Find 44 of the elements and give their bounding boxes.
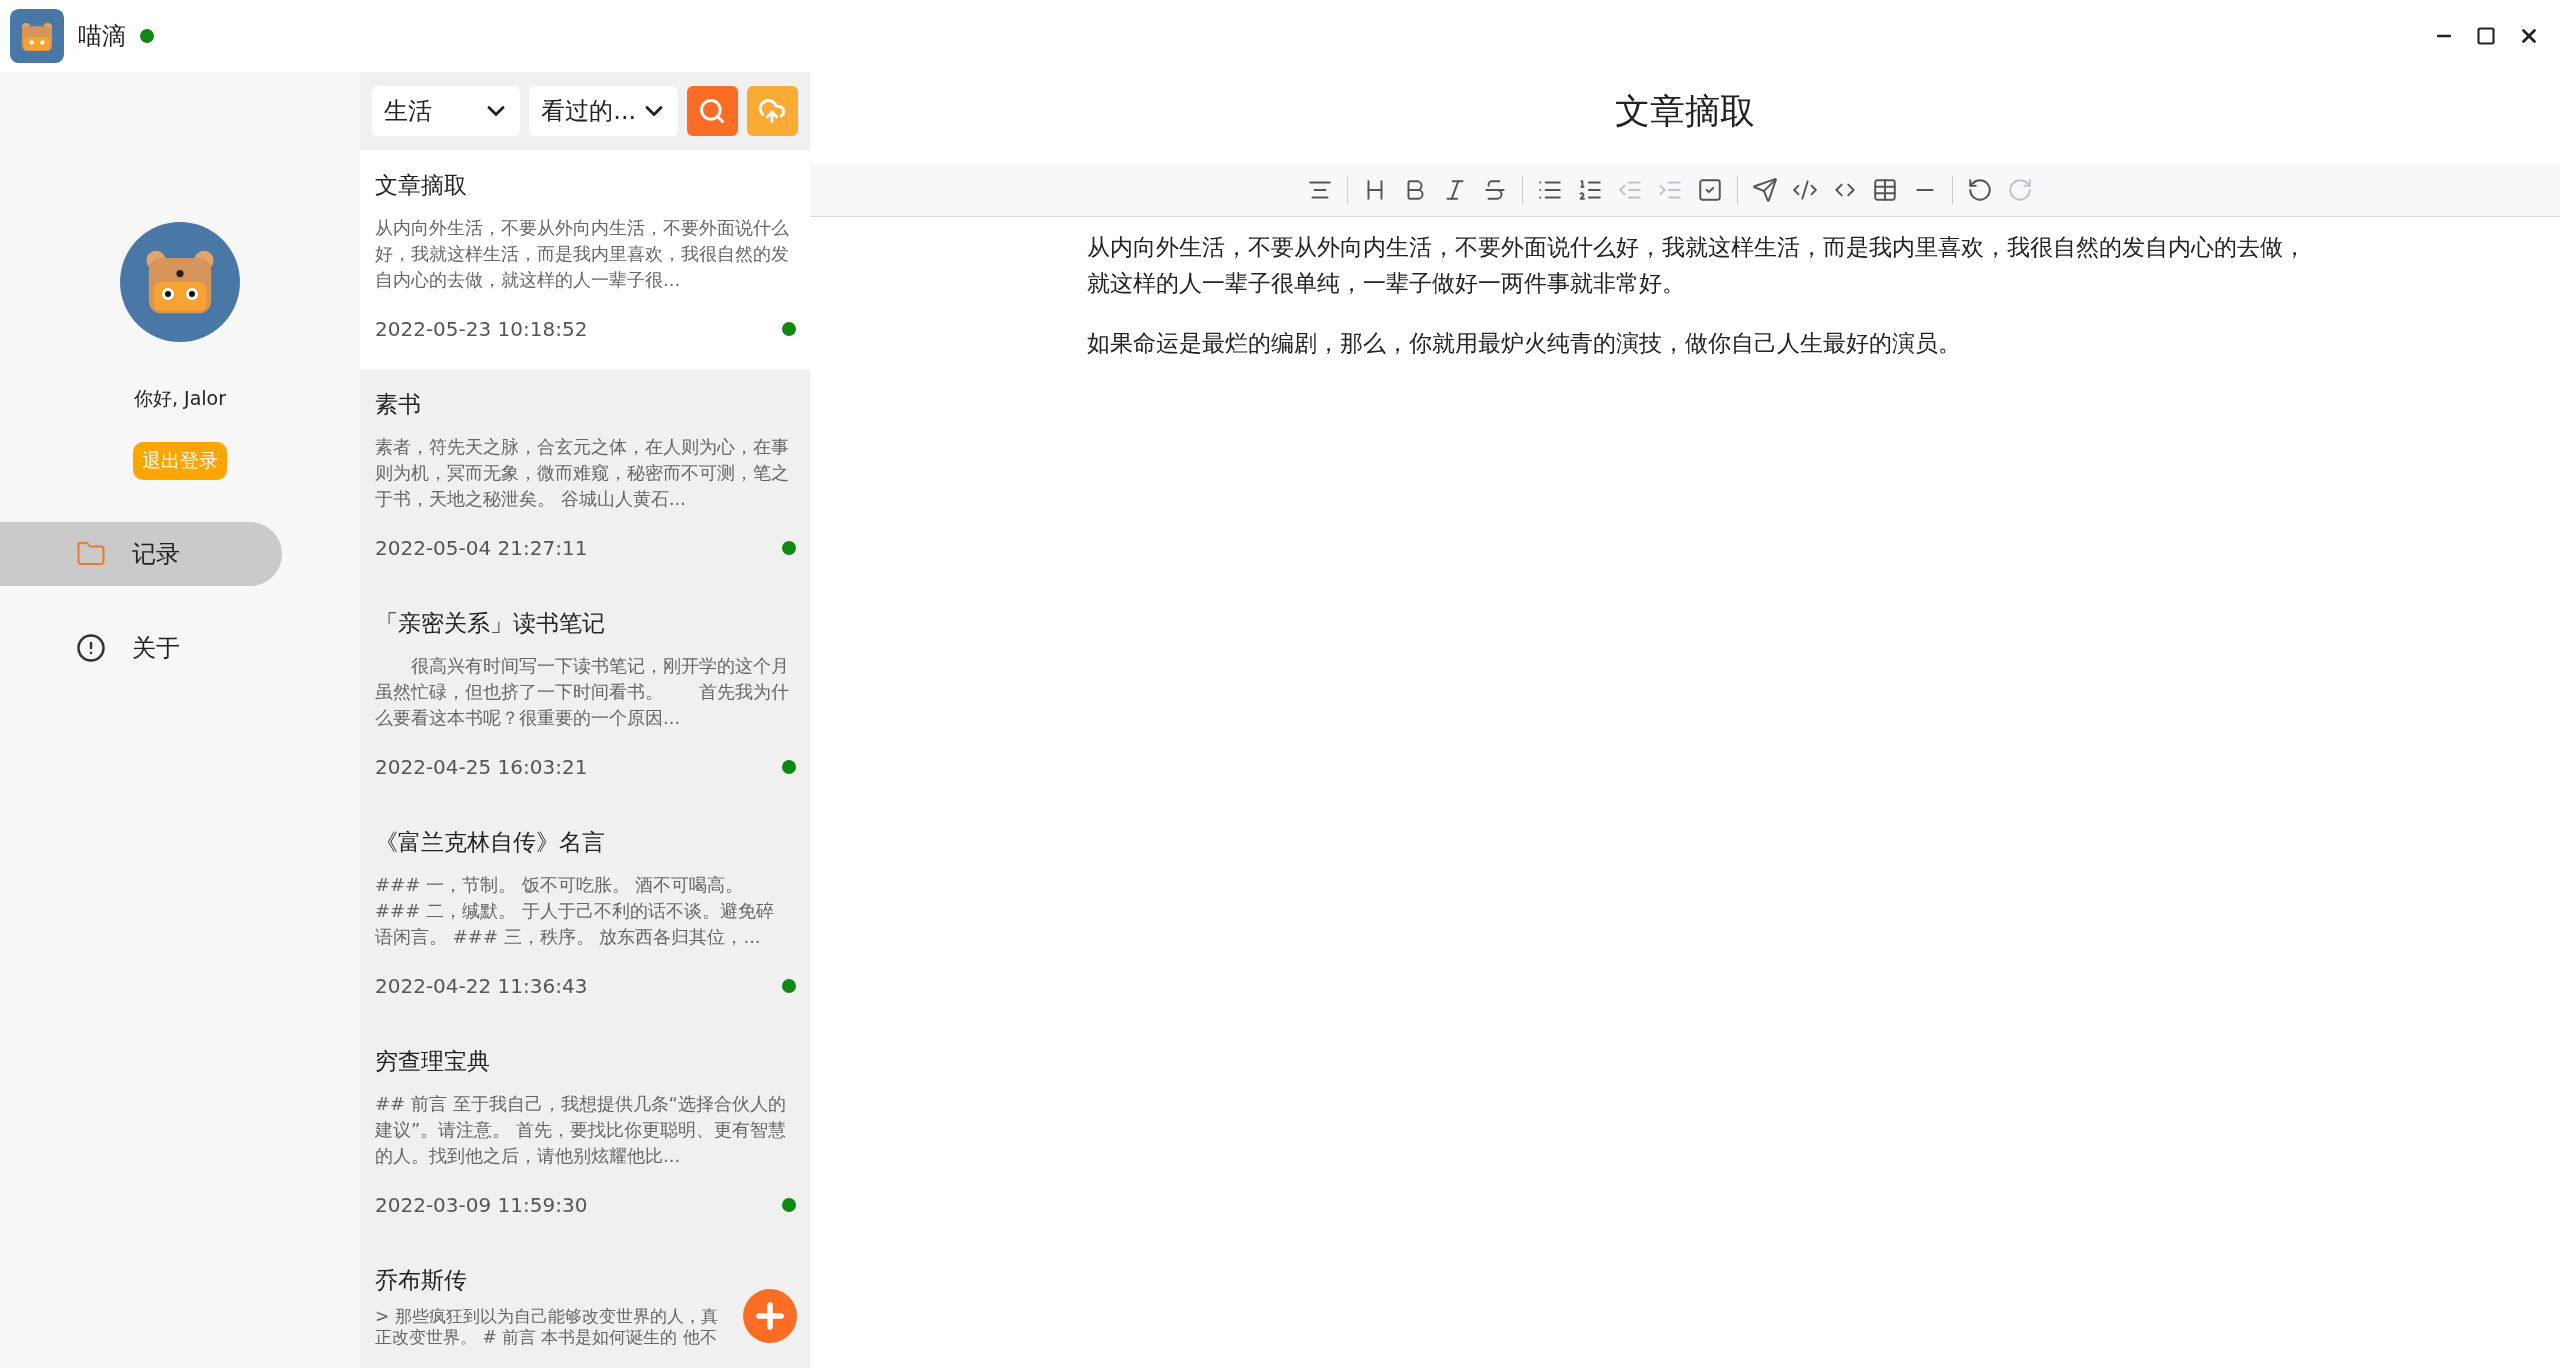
nav-label: 记录 (132, 539, 180, 570)
search-button[interactable] (686, 86, 738, 136)
note-date: 2022-04-25 16:03:21 (375, 755, 588, 779)
app-title: 喵滴 (78, 21, 126, 52)
nav-label: 关于 (132, 633, 180, 664)
note-preview: 很高兴有时间写一下读书笔记，刚开学的这个月虽然忙碌，但也挤了一下时间看书。 首先我为什么要看这本书呢？很重要的一个原因... (375, 654, 789, 730)
checkbox-icon[interactable] (1697, 177, 1723, 203)
dropdown-value: 生活 (384, 96, 432, 127)
note-preview: > 那些疯狂到以为自己能够改变世界的人，真正改变世界。 # 前言 本书是如何诞生的 他不 (375, 1306, 719, 1348)
cloud-upload-icon (758, 97, 787, 125)
greeting: 你好, Jalor (133, 386, 226, 411)
note-preview: 素者，符先天之脉，合玄元之体，在人则为心，在事则为机，冥而无象，微而难窥，秘密而不可测，笔之于书，天地之秘泄矣。 谷城山人黄石... (375, 435, 789, 511)
note-date: 2022-04-22 11:36:43 (375, 974, 588, 998)
alert-icon (76, 633, 106, 663)
note-date: 2022-05-23 10:18:52 (375, 317, 588, 341)
dropdown-value: 看过的... (541, 96, 637, 127)
note-title: 素书 (375, 390, 422, 419)
note-date: 2022-03-09 11:59:30 (375, 1193, 588, 1217)
search-icon (698, 97, 727, 125)
note-title: 「亲密关系」读书笔记 (375, 609, 606, 638)
code-icon[interactable] (1792, 177, 1818, 203)
undo-icon[interactable] (1967, 177, 1993, 203)
note-date: 2022-05-04 21:27:11 (375, 536, 588, 560)
avatar-icon (120, 222, 240, 342)
paragraph: 从内向外生活，不要从外向内生活，不要外面说什么好，我就这样生活，而是我内里喜欢，我很自然的发自内心的去做，就这样的人一辈子很单纯，一辈子做好一两件事就非常好。 (1087, 233, 2307, 298)
scope-dropdown[interactable]: 看过的... (529, 86, 678, 136)
send-icon[interactable] (1752, 177, 1778, 203)
numbered-list-icon[interactable] (1577, 177, 1603, 203)
nav-item[interactable]: 关于 (0, 616, 282, 680)
note-title: 乔布斯传 (375, 1266, 468, 1295)
category-dropdown[interactable]: 生活 (372, 86, 521, 136)
document-title: 文章摘取 (1615, 90, 1755, 133)
note-title: 穷查理宝典 (375, 1047, 491, 1076)
note-preview: ## 前言 至于我自己，我想提供几条“选择合伙人的建议”。请注意。 首先，要找比你更聪明、更有智慧的人。找到他之后，请他别炫耀他比... (375, 1092, 788, 1168)
note-preview: 从内向外生活，不要从外向内生活，不要外面说什么好，我就这样生活，而是我内里喜欢，我很自然的发自内心的去做，就这样的人一辈子很... (375, 216, 789, 292)
note-title: 文章摘取 (375, 171, 468, 200)
table-icon[interactable] (1872, 177, 1898, 203)
note-preview: ### 一，节制。 饭不可吃胀。 酒不可喝高。 ### 二，缄默。 于人于己不利的话不谈。避免碎语闲言。 ### 三，秩序。 放东西各归其位，... (375, 873, 775, 949)
nav-item[interactable]: 记录 (0, 522, 282, 586)
app-logo-icon (10, 9, 64, 63)
paragraph: 如果命运是最烂的编剧，那么，你就用最炉火纯青的演技，做你自己人生最好的演员。 (1087, 329, 1962, 358)
note-title: 《富兰克林自传》名言 (375, 828, 606, 857)
maximize-icon[interactable] (2476, 26, 2496, 46)
note-card[interactable]: 文章摘取 从内向外生活，不要从外向内生活，不要外面说什么好，我就这样生活，而是我内里喜欢，我很自然的发自内心的去做，就这样的人一辈子很... 2022-05-23 10:18:52 (360, 150, 810, 369)
